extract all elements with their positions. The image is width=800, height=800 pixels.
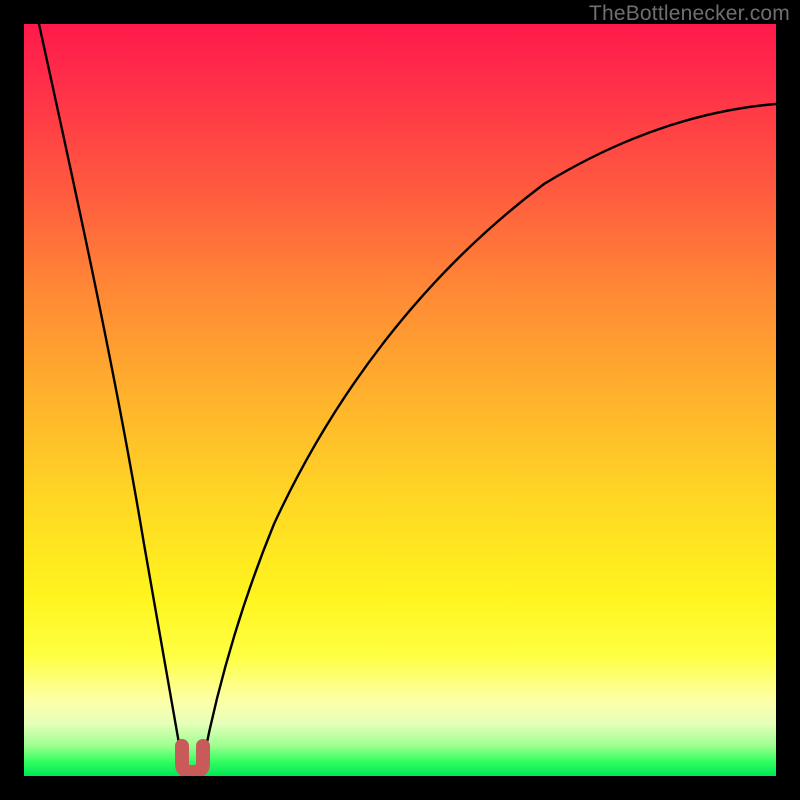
left-branch-curve <box>39 24 184 772</box>
plot-area <box>24 24 776 776</box>
chart-frame: TheBottlenecker.com <box>0 0 800 800</box>
minimum-u-marker <box>182 746 203 772</box>
right-branch-curve <box>201 104 776 772</box>
curve-layer <box>24 24 776 776</box>
watermark-text: TheBottlenecker.com <box>589 2 790 26</box>
